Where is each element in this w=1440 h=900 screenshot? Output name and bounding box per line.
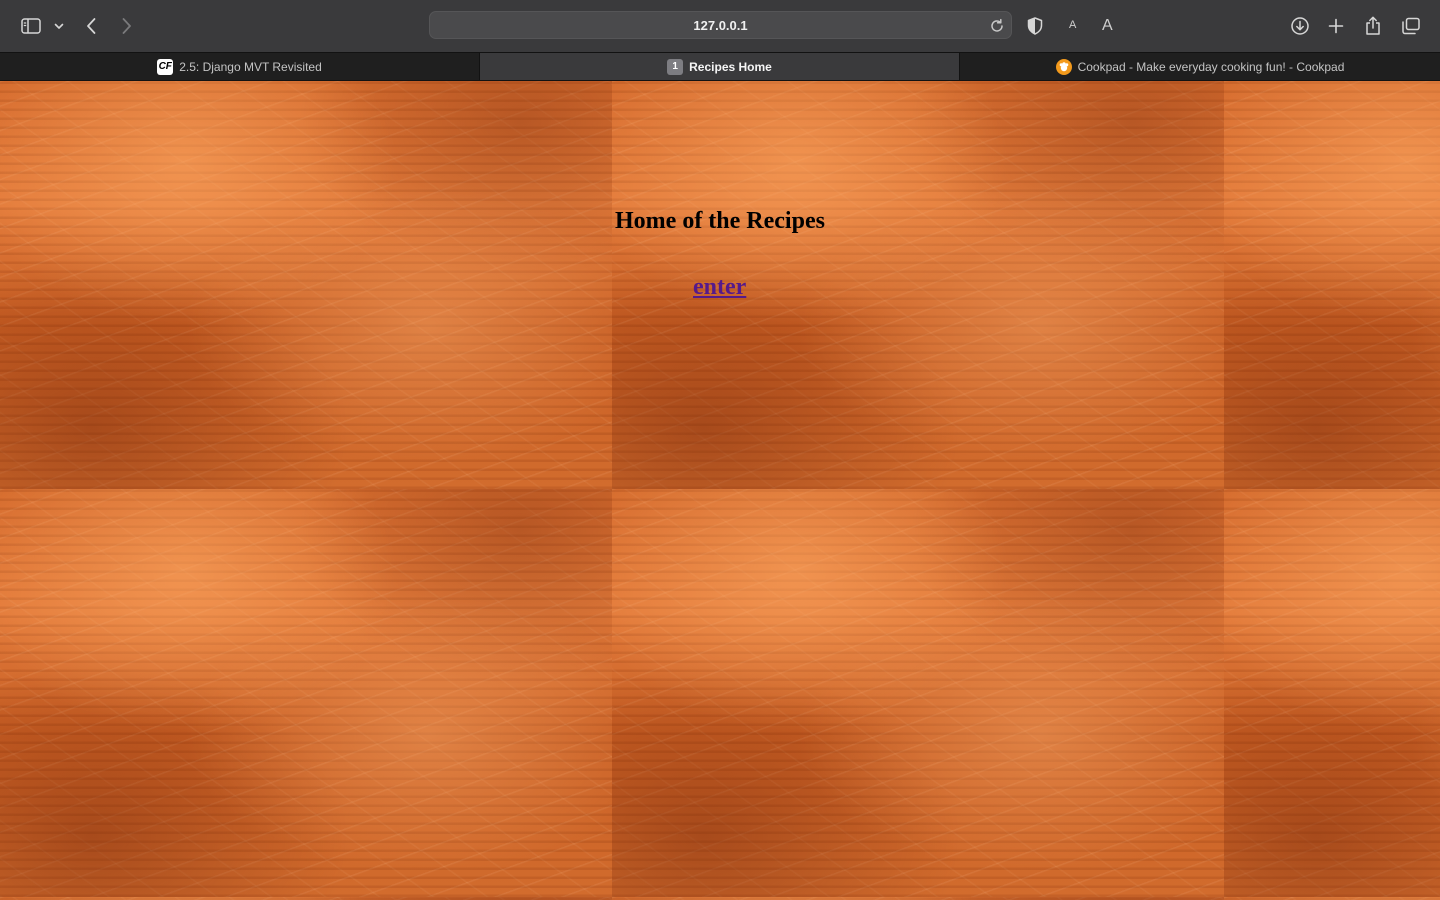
reload-icon[interactable] bbox=[988, 17, 1006, 35]
share-icon[interactable] bbox=[1364, 14, 1382, 38]
enter-link[interactable]: enter bbox=[693, 274, 746, 301]
increase-font-button[interactable]: A bbox=[1102, 17, 1113, 35]
new-tab-icon[interactable] bbox=[1327, 14, 1345, 38]
forward-button[interactable] bbox=[119, 14, 135, 38]
tab-label: 2.5: Django MVT Revisited bbox=[179, 59, 322, 74]
tab-bar: CF 2.5: Django MVT Revisited 1 Recipes H… bbox=[0, 52, 1440, 81]
tab-label: Cookpad - Make everyday cooking fun! - C… bbox=[1077, 59, 1345, 74]
tab-django-mvt[interactable]: CF 2.5: Django MVT Revisited bbox=[0, 53, 480, 80]
number-favicon-icon: 1 bbox=[667, 58, 684, 75]
tab-recipes-home[interactable]: 1 Recipes Home bbox=[480, 53, 960, 80]
tab-overview-icon[interactable] bbox=[1401, 14, 1421, 38]
back-button[interactable] bbox=[83, 14, 99, 38]
chevron-down-icon[interactable] bbox=[53, 14, 65, 38]
decrease-font-button[interactable]: A bbox=[1069, 19, 1076, 31]
sidebar-icon[interactable] bbox=[20, 14, 42, 38]
page-viewport: Home of the Recipes enter bbox=[0, 81, 1440, 900]
cookpad-icon bbox=[1055, 58, 1072, 75]
tab-cookpad[interactable]: Cookpad - Make everyday cooking fun! - C… bbox=[960, 53, 1440, 80]
tab-label: Recipes Home bbox=[689, 59, 772, 74]
privacy-shield-icon[interactable] bbox=[1026, 14, 1044, 38]
cf-favicon-icon: CF bbox=[157, 58, 174, 75]
page-title: Home of the Recipes bbox=[615, 208, 825, 234]
browser-toolbar: 127.0.0.1 A A bbox=[0, 0, 1440, 52]
address-bar[interactable]: 127.0.0.1 bbox=[429, 11, 1012, 39]
address-text: 127.0.0.1 bbox=[693, 17, 748, 33]
download-icon[interactable] bbox=[1290, 14, 1310, 38]
